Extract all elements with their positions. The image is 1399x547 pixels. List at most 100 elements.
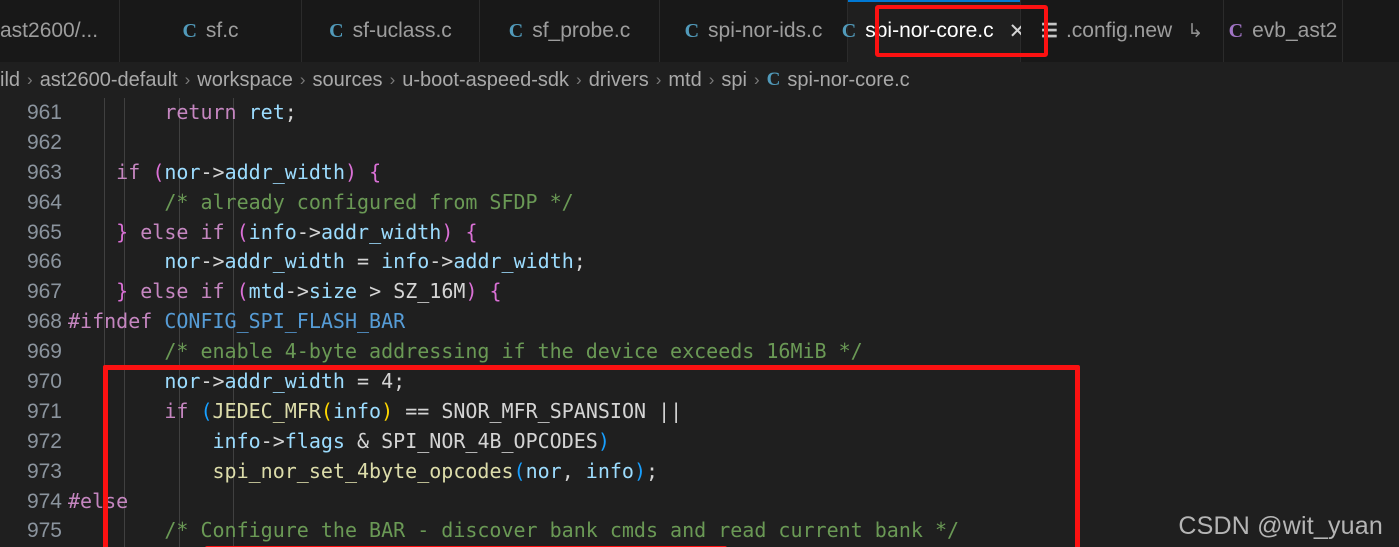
line-number: 971 — [26, 399, 62, 423]
line-number: 970 — [26, 370, 62, 394]
code-token: ( — [236, 219, 249, 244]
code-editor[interactable]: 961 return ret; 962 963 if (nor->addr_widt… — [0, 98, 1399, 547]
code-token: ( — [513, 458, 526, 483]
code-token: flags — [284, 428, 345, 453]
breadcrumb-separator-icon: › — [708, 70, 715, 89]
code-line-text: /* enable 4-byte addressing if the devic… — [68, 337, 862, 367]
code-line[interactable]: 968 #ifndef CONFIG_SPI_FLASH_BAR — [0, 307, 1399, 337]
code-token: ) — [381, 398, 394, 423]
code-line[interactable]: 970 nor->addr_width = 4; — [0, 367, 1399, 397]
code-token: { — [369, 159, 382, 184]
editor-tab-sf-probe-c[interactable]: Csf_probe.c — [480, 0, 660, 62]
code-token: info — [212, 428, 261, 453]
code-token: ) — [633, 458, 647, 483]
editor-tab--config-new[interactable]: ☰ .config.new ↳ — [1021, 0, 1224, 62]
code-line[interactable]: 962 — [0, 128, 1399, 158]
breadcrumb-item-mtd[interactable]: mtd — [668, 69, 701, 92]
code-line[interactable]: 965 } else if (info->addr_width) { — [0, 218, 1399, 248]
code-token: -> — [200, 369, 225, 394]
editor-tab-ast2600-[interactable]: ast2600/... — [0, 0, 120, 62]
code-token: ( — [320, 398, 333, 423]
code-line[interactable]: 967 } else if (mtd->size > SZ_16M) { — [0, 277, 1399, 307]
code-token: nor — [164, 249, 201, 274]
editor-tab-sf-uclass-c[interactable]: Csf-uclass.c — [302, 0, 480, 62]
breadcrumb-item-ast2600-default[interactable]: ast2600-default — [40, 69, 178, 92]
editor-tab-evb-ast2[interactable]: Cevb_ast2 — [1224, 0, 1343, 62]
c-file-icon: C — [182, 20, 197, 42]
code-token: 4 — [381, 369, 394, 394]
code-line[interactable]: 973 spi_nor_set_4byte_opcodes(nor, info)… — [0, 457, 1399, 487]
c-file-icon: C — [329, 20, 344, 42]
code-token: || — [646, 398, 683, 423]
code-line-text: #else — [68, 487, 128, 517]
breadcrumb-item-drivers[interactable]: drivers — [589, 69, 649, 92]
code-lines-container[interactable]: 961 return ret; 962 963 if (nor->addr_widt… — [0, 98, 1399, 547]
breadcrumb-item-sources[interactable]: sources — [313, 69, 383, 92]
code-line[interactable]: 964 /* already configured from SFDP */ — [0, 188, 1399, 218]
breadcrumb-item-spi[interactable]: spi — [721, 69, 747, 92]
code-line[interactable]: 961 return ret; — [0, 98, 1399, 128]
code-line[interactable]: 969 /* enable 4-byte addressing if the d… — [0, 337, 1399, 367]
editor-tab-sf-c[interactable]: Csf.c — [120, 0, 302, 62]
code-token: SNOR_MFR_SPANSION — [441, 398, 647, 423]
code-token: = — [344, 249, 382, 274]
code-token: -> — [200, 159, 225, 184]
breadcrumb-separator-icon: › — [299, 70, 306, 89]
breadcrumb[interactable]: ild › ast2600-default › workspace › sources › u-… — [0, 62, 1399, 98]
breadcrumb-item-file[interactable]: spi-nor-core.c — [787, 69, 909, 92]
line-number: 962 — [26, 130, 62, 154]
code-token: ; — [573, 249, 586, 274]
line-number: 964 — [26, 190, 62, 214]
code-line[interactable]: 966 nor->addr_width = info->addr_width; — [0, 247, 1399, 277]
editor-tab-spi-nor-core-c[interactable]: Cspi-nor-core.c ✕ — [842, 0, 1026, 62]
code-token: -> — [429, 249, 454, 274]
code-token: /* already configured from SFDP */ — [164, 189, 574, 214]
code-token: -> — [260, 428, 285, 453]
line-number: 967 — [26, 280, 62, 304]
code-token: ) — [441, 219, 454, 244]
code-token: if — [200, 279, 225, 304]
c-file-icon: C — [684, 20, 700, 42]
code-token: info — [381, 249, 430, 274]
code-line-text: nor->addr_width = info->addr_width; — [68, 247, 586, 277]
text-file-icon: ☰ — [1040, 20, 1058, 42]
code-token: JEDEC_MFR — [212, 398, 321, 423]
editor-tab-spi-nor-ids-c[interactable]: Cspi-nor-ids.c — [660, 0, 848, 62]
breadcrumb-item-u-boot-aspeed-sdk[interactable]: u-boot-aspeed-sdk — [402, 69, 569, 92]
code-token: nor — [525, 458, 562, 483]
line-number: 968 — [26, 310, 62, 334]
c-file-modified-icon: C — [1228, 20, 1244, 42]
breadcrumb-item-workspace[interactable]: workspace — [197, 69, 293, 92]
code-token: ) — [597, 428, 610, 453]
wrap-arrow-icon: ↳ — [1187, 20, 1204, 42]
code-token: info — [248, 219, 297, 244]
code-token: ) — [345, 159, 358, 184]
editor-tab-label: ast2600/... — [0, 19, 99, 42]
code-line[interactable]: 972 info->flags & SPI_NOR_4B_OPCODES) — [0, 427, 1399, 457]
code-token: } — [116, 219, 129, 244]
vscode-editor-window: ast2600/... Csf.c Csf-uclass.c Csf_probe.c C… — [0, 0, 1399, 547]
code-line-text: #ifndef CONFIG_SPI_FLASH_BAR — [68, 307, 405, 337]
line-number: 973 — [26, 459, 62, 483]
watermark: CSDN @wit_yuan — [1178, 512, 1383, 540]
code-token: ) — [465, 279, 478, 304]
code-token: else — [140, 219, 189, 244]
code-line[interactable]: 963 if (nor->addr_width) { — [0, 158, 1399, 188]
code-token: nor — [164, 369, 201, 394]
editor-tab-label: sf-uclass.c — [352, 19, 452, 42]
breadcrumb-item-ild[interactable]: ild — [0, 69, 20, 92]
code-line-text: /* already configured from SFDP */ — [68, 188, 574, 218]
code-line[interactable]: 971 if (JEDEC_MFR(info) == SNOR_MFR_SPAN… — [0, 397, 1399, 427]
